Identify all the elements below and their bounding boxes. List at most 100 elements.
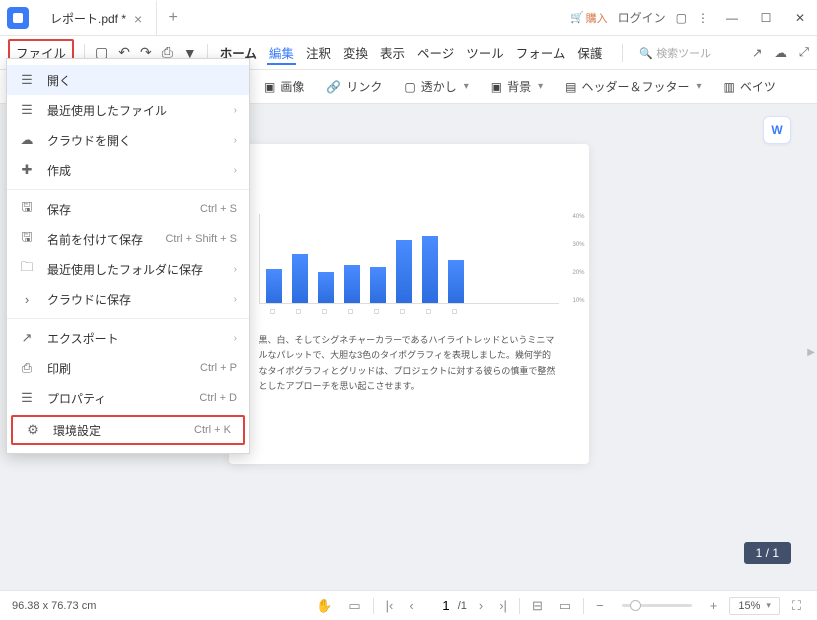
chart-bar <box>292 254 308 304</box>
minimize-button[interactable]: — <box>715 0 749 36</box>
menu-item-label: 作成 <box>47 162 222 179</box>
select-tool-icon[interactable]: ▭ <box>344 598 364 614</box>
prev-page-icon[interactable]: ‹ <box>405 598 417 613</box>
scroll-handle[interactable]: ▶ <box>807 347 815 358</box>
file-menu-item[interactable]: 🖫 名前を付けて保存 Ctrl + Shift + S <box>7 224 249 254</box>
fit-width-icon[interactable]: ⊟ <box>528 598 547 614</box>
dimensions-readout: 96.38 x 76.73 cm <box>12 600 96 612</box>
menu-item-label: 最近使用したファイル <box>47 102 222 119</box>
login-link[interactable]: ログイン <box>618 9 666 26</box>
header-footer-button[interactable]: ▤ ヘッダー＆フッター▾ <box>565 78 701 95</box>
close-button[interactable]: ✕ <box>783 0 817 36</box>
zoom-out-icon[interactable]: − <box>592 598 608 613</box>
menu-item-label: クラウドに保存 <box>47 291 222 308</box>
image-button[interactable]: ▣ 画像 <box>264 78 304 95</box>
submenu-arrow-icon: › <box>234 135 237 146</box>
zoom-select[interactable]: 15%▾ <box>729 597 780 615</box>
statusbar: 96.38 x 76.73 cm ✋ ▭ |‹ ‹ /1 › ›| ⊟ ▭ − … <box>0 590 817 620</box>
file-menu-item[interactable]: 🖫 保存 Ctrl + S <box>7 194 249 224</box>
file-menu-item[interactable]: ☰プロパティCtrl + D <box>7 383 249 413</box>
menu-保護[interactable]: 保護 <box>575 43 604 65</box>
title-actions: 🛒 購入 ログイン ▢ ⋮ <box>564 0 715 35</box>
file-menu-item[interactable]: › クラウドに保存 › <box>7 284 249 314</box>
tab-title: レポート.pdf * <box>50 10 126 27</box>
menu-item-shortcut: Ctrl + K <box>194 424 231 436</box>
zoom-slider[interactable] <box>622 604 692 607</box>
menu-item-icon: ⎙ <box>19 360 35 376</box>
file-menu-item[interactable]: ↗エクスポート› <box>7 323 249 353</box>
next-page-icon[interactable]: › <box>475 598 487 613</box>
maximize-button[interactable]: ☐ <box>749 0 783 36</box>
document-tab[interactable]: レポート.pdf * × <box>36 0 157 35</box>
file-menu-item[interactable]: ⎙印刷Ctrl + P <box>7 353 249 383</box>
menu-ページ[interactable]: ページ <box>415 43 456 65</box>
menu-item-icon: 🖫 <box>19 228 35 250</box>
file-menu-item[interactable]: ⚙ 環境設定 Ctrl + K <box>11 415 245 445</box>
menu-item-icon: ✚ <box>19 162 35 178</box>
chart-bar <box>344 265 360 303</box>
fullscreen-icon[interactable]: ⛶ <box>788 598 805 614</box>
menu-item-icon: ↗ <box>19 330 35 346</box>
zoom-in-icon[interactable]: + <box>706 598 722 613</box>
menu-item-label: 名前を付けて保存 <box>47 231 153 248</box>
link-button[interactable]: 🔗 リンク <box>326 78 382 95</box>
file-menu-item[interactable]: ✚ 作成 › <box>7 155 249 185</box>
app-icon <box>0 0 36 35</box>
menu-item-label: プロパティ <box>47 390 187 407</box>
menu-item-label: 開く <box>47 72 237 89</box>
file-dropdown: ☰開く☰最近使用したファイル›☁クラウドを開く›✚作成›🖫保存Ctrl + S🖫… <box>6 58 250 454</box>
menu-item-icon: ☁ <box>19 132 35 148</box>
menu-表示[interactable]: 表示 <box>378 43 407 65</box>
menu-item-label: 保存 <box>47 201 188 218</box>
page-number-input[interactable] <box>426 598 450 613</box>
hand-tool-icon[interactable]: ✋ <box>312 598 336 614</box>
menu-item-icon: 🖫 <box>19 198 35 220</box>
menu-item-icon: ☰ <box>19 72 35 88</box>
menu-item-icon: 🗀 <box>19 258 35 280</box>
word-export-badge[interactable]: W <box>763 116 791 144</box>
file-menu-item[interactable]: ☰ 開く <box>7 65 249 95</box>
menu-item-shortcut: Ctrl + S <box>200 203 237 215</box>
menu-item-label: 最近使用したフォルダに保存 <box>47 261 222 278</box>
background-button[interactable]: ▣ 背景▾ <box>491 78 543 95</box>
watermark-button[interactable]: ▢ 透かし▾ <box>404 78 468 95</box>
menu-変換[interactable]: 変換 <box>341 43 370 65</box>
menu-フォーム[interactable]: フォーム <box>514 43 568 65</box>
notification-icon[interactable]: ▢ <box>676 11 687 25</box>
tab-close-icon[interactable]: × <box>134 11 142 27</box>
menu-item-icon: ⚙ <box>25 422 41 438</box>
menu-item-shortcut: Ctrl + P <box>200 362 237 374</box>
menu-item-shortcut: Ctrl + D <box>199 392 237 404</box>
fit-page-icon[interactable]: ▭ <box>555 598 575 614</box>
menu-item-shortcut: Ctrl + Shift + S <box>165 233 237 245</box>
menu-item-icon: › <box>19 292 35 307</box>
menu-ツール[interactable]: ツール <box>464 43 506 65</box>
submenu-arrow-icon: › <box>234 294 237 305</box>
menu-編集[interactable]: 編集 <box>267 43 296 65</box>
menu-item-label: 環境設定 <box>53 422 182 439</box>
share-icon[interactable]: ↗ <box>752 45 762 60</box>
chart-bar <box>448 260 464 303</box>
cloud-icon[interactable]: ☁ <box>774 45 787 60</box>
bates-button[interactable]: ▥ ベイツ <box>724 78 776 95</box>
file-menu-item[interactable]: 🗀最近使用したフォルダに保存› <box>7 254 249 284</box>
buy-link[interactable]: 🛒 購入 <box>570 10 608 26</box>
page-total: /1 <box>458 600 467 612</box>
menu-item-icon: ☰ <box>19 102 35 118</box>
chart-bar <box>266 269 282 303</box>
menu-item-label: エクスポート <box>47 330 222 347</box>
menu-item-label: クラウドを開く <box>47 132 222 149</box>
submenu-arrow-icon: › <box>234 165 237 176</box>
expand-icon[interactable]: ⤢ <box>799 45 809 60</box>
search-tools[interactable]: 🔍 検索ツール <box>639 45 711 61</box>
page-body-text: 黒、白、そしてシグネチャーカラーであるハイライトレッドというミニマルなパレットで… <box>259 333 559 394</box>
first-page-icon[interactable]: |‹ <box>382 598 398 613</box>
file-menu-item[interactable]: ☁ クラウドを開く › <box>7 125 249 155</box>
menu-注釈[interactable]: 注釈 <box>304 43 333 65</box>
chart-bar <box>318 272 334 304</box>
last-page-icon[interactable]: ›| <box>495 598 511 613</box>
kebab-menu-icon[interactable]: ⋮ <box>697 11 709 25</box>
file-menu-item[interactable]: ☰最近使用したファイル› <box>7 95 249 125</box>
new-tab-button[interactable]: + <box>157 0 189 35</box>
chart: 40%30%20%10% <box>259 214 559 304</box>
